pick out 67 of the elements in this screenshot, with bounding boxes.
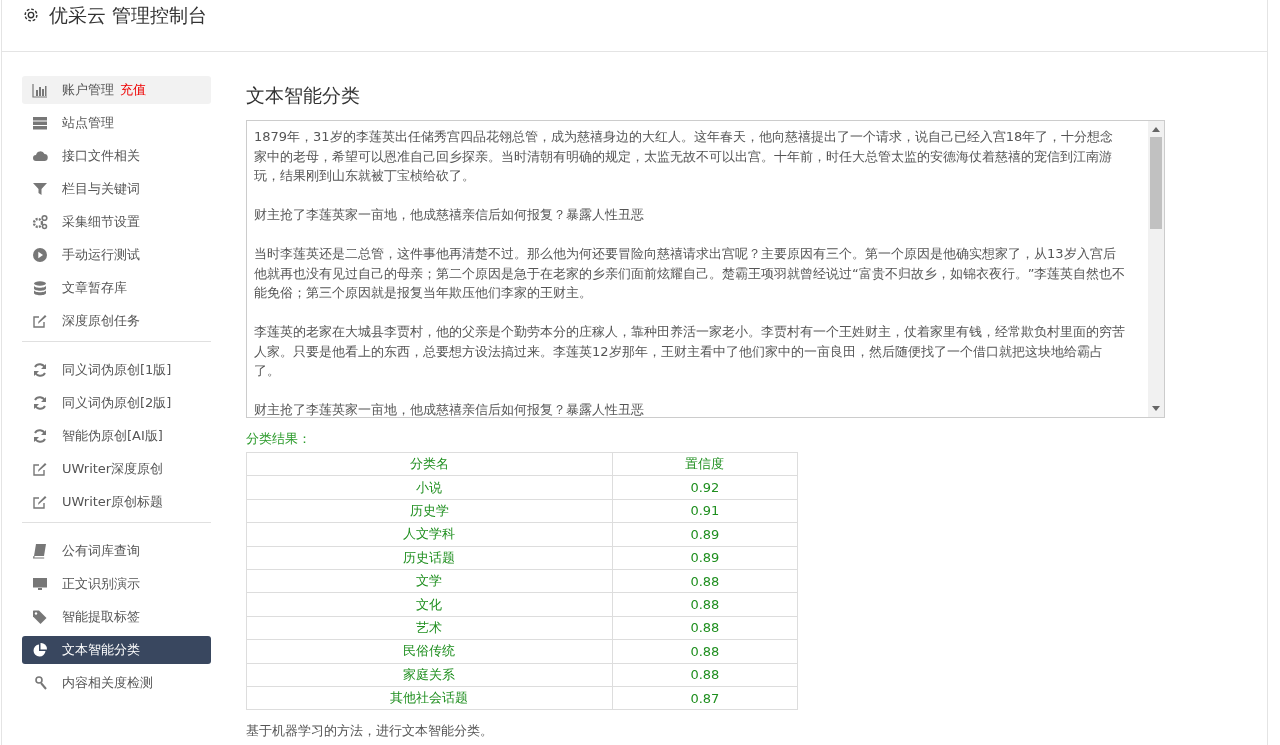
sidebar-item[interactable]: 深度原创任务 [22,307,211,335]
table-cell: 0.89 [612,522,798,547]
settings-icon [22,6,40,24]
sidebar-item[interactable]: 内容相关度检测 [22,669,211,697]
table-cell: 0.92 [612,475,798,500]
description-text: 基于机器学习的方法，进行文本智能分类。 [246,722,494,741]
table-cell: 家庭关系 [246,663,613,687]
page-title: 文本智能分类 [246,83,361,108]
table-cell: 人文学科 [246,522,613,547]
app-title: 优采云 管理控制台 [49,3,208,27]
table-cell: 小说 [246,475,613,500]
table-cell: 0.88 [612,663,798,687]
sidebar-item[interactable]: 同义词伪原创[1版] [22,356,211,384]
sidebar-item[interactable]: 站点管理 [22,109,211,137]
play-icon [32,247,48,263]
cloud-upload-icon [32,148,48,164]
result-label: 分类结果： [246,430,312,448]
table-cell: 文化 [246,592,613,617]
pie-chart-icon [32,642,48,658]
refresh-icon [32,362,48,378]
table-cell: 0.88 [612,592,798,617]
table-cell: 民俗传统 [246,639,613,663]
table-cell: 0.87 [612,686,798,710]
table-cell: 0.89 [612,546,798,570]
monitor-icon [32,576,48,592]
table-cell: 0.88 [612,639,798,663]
sidebar-item[interactable]: 手动运行测试 [22,241,211,269]
column-header: 置信度 [612,452,798,476]
table-cell: 0.88 [612,616,798,640]
tag-icon [32,609,48,625]
table-cell: 文学 [246,569,613,593]
recharge-link[interactable]: 充值 [120,81,146,99]
sidebar-item[interactable]: 采集细节设置 [22,208,211,236]
filter-icon [32,181,48,197]
refresh-icon [32,428,48,444]
sidebar-item[interactable]: 智能提取标签 [22,603,211,631]
sidebar-item[interactable]: 接口文件相关 [22,142,211,170]
sidebar-item[interactable]: 同义词伪原创[2版] [22,389,211,417]
database-icon [32,280,48,296]
sidebar-item[interactable]: 公有词库查询 [22,537,211,565]
book-icon [32,543,48,559]
sidebar-item[interactable]: 文本智能分类 [22,636,211,664]
column-header: 分类名 [246,452,613,476]
sidebar-item[interactable]: 账户管理 充值 [22,76,211,104]
edit-icon [32,461,48,477]
edit-icon [32,494,48,510]
scroll-down-icon[interactable] [1152,406,1160,412]
scroll-up-icon[interactable] [1152,126,1160,132]
table-cell: 其他社会话题 [246,686,613,710]
scrollbar[interactable] [1148,121,1164,417]
text-input-field[interactable]: 1879年，31岁的李莲英出任储秀宫四品花翎总管，成为慈禧身边的大红人。这年春天，他向慈禧提出了一个请求，说自己已经入宫18年了，十分想念家中的老母，希望可以恩准自己回乡探亲。当时清朝有明确的规定，太监无故不可以出宫。十年前，时任大总管太监的安德海仗着慈禧的宠信到江南游玩，结果刚到山东就被丁宝桢给砍了。 财主抢了李莲英家一亩地，他成慈禧亲信后如何报复？暴露人性丑恶 当时李莲英还是二总管，这件事他再清楚不过。那么他为何还要冒险向慈禧请求出宫呢？主要原因有三个。第一个原因是他确实想家了，从13岁入宫后他就再也没有见过自己的母亲；第二个原因是急于在老家的乡亲们面前炫耀自己。楚霸王项羽就曾经说过“富贵不归故乡，如锦衣夜行。”李莲英自然也不能免俗；第三个原因就是报复当年欺压他们李家的王财主。 李莲英的老家在大城县李贾村，他的父亲是个勤劳本分的庄稼人，靠种田养活一家老小。李贾村有一个王姓财主，仗着家里有钱，经常欺负村里面的穷苦人家。只要是他看上的东西，总要想方设法搞过来。李莲英12岁那年，王财主看中了他们家中的一亩良田，然后随便找了一个借口就把这块地给霸占了。 财主抢了李莲英家一亩地，他成慈禧亲信后如何报复？暴露人性丑恶 [246,120,1165,418]
scrollbar-thumb[interactable] [1150,137,1162,229]
refresh-icon [32,395,48,411]
sidebar-item[interactable]: 文章暂存库 [22,274,211,302]
table-cell: 历史学 [246,499,613,523]
bar-chart-icon [32,82,48,98]
table-cell: 艺术 [246,616,613,640]
server-icon [32,115,48,131]
sidebar-item[interactable]: UWriter原创标题 [22,488,211,516]
sidebar-item[interactable]: 智能伪原创[AI版] [22,422,211,450]
table-cell: 历史话题 [246,546,613,570]
sidebar-item[interactable]: UWriter深度原创 [22,455,211,483]
sidebar-item[interactable]: 正文识别演示 [22,570,211,598]
edit-icon [32,313,48,329]
table-cell: 0.91 [612,499,798,523]
table-cell: 0.88 [612,569,798,593]
sidebar-item[interactable]: 栏目与关键词 [22,175,211,203]
